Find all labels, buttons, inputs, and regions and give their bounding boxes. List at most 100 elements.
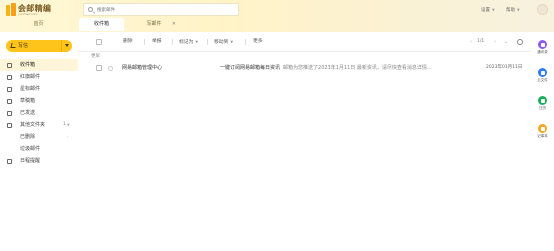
sidebar-item-sent[interactable]: 已发送 [0, 107, 78, 119]
list-divider [78, 51, 531, 52]
report-label: 举报 [152, 39, 162, 44]
mark-as-button[interactable]: 标记为 ▼ [176, 37, 201, 47]
sent-icon [7, 110, 12, 116]
mail-preview: 邮箱为您推送了2023年1月11日 最新资讯，请尽快查看消息详情... [283, 65, 432, 71]
help-link[interactable]: 帮助 ▼ [506, 7, 520, 13]
move-to-button[interactable]: 移动到 ▼ [211, 37, 236, 47]
settings-label: 设置 [481, 8, 490, 13]
tab-compose[interactable]: 写邮件 ✕ [128, 18, 180, 31]
mail-date: 2023年01月11日 [486, 65, 523, 70]
mark-as-label: 标记为 [179, 40, 194, 45]
note-icon [538, 124, 547, 133]
app-calendar[interactable]: 日历 [531, 94, 554, 116]
sidebar-item-label: 垃圾邮件 [20, 146, 41, 152]
tab-inbox-label: 收件箱 [93, 21, 109, 27]
sidebar-item-label: 收件箱 [20, 62, 36, 68]
flag-icon [7, 74, 12, 80]
toolbar-divider [245, 39, 246, 45]
sidebar-item-calendar[interactable]: 日程提醒 [0, 155, 78, 167]
mail-sender: 网易邮箱管理中心 [122, 65, 163, 71]
sidebar-nav: 收件箱 红旗邮件 星标邮件 草稿箱 已发送 其他文件夹 1 ▼ 已删除 › 垃圾… [0, 59, 78, 167]
compose-dropdown-button[interactable] [61, 40, 72, 52]
inbox-icon [7, 62, 12, 68]
sidebar-item-spam[interactable]: 垃圾邮件 [0, 143, 78, 155]
logo-mark-icon [6, 3, 17, 16]
sidebar-item-label: 红旗邮件 [20, 74, 41, 80]
gear-icon[interactable] [517, 39, 523, 45]
sidebar-item-flagged[interactable]: 红旗邮件 [0, 71, 78, 83]
chevron-down-icon[interactable]: ⌄ [504, 37, 508, 47]
contacts-icon [538, 40, 547, 49]
pen-icon [10, 43, 17, 48]
page-indicator: 1/1 [477, 39, 485, 44]
search-icon [88, 7, 93, 12]
sidebar-item-drafts[interactable]: 草稿箱 [0, 95, 78, 107]
sidebar-item-other-folders[interactable]: 其他文件夹 1 ▼ [0, 119, 78, 131]
table-row[interactable]: 网易邮箱管理中心 一键订阅网易邮箱每日资讯 邮箱为您推送了2023年1月11日 最… [78, 62, 531, 74]
next-page-icon[interactable]: › [494, 37, 496, 47]
calendar-icon [7, 158, 12, 164]
app-rail: 通讯录 云文件 日历 记事本 [531, 32, 554, 251]
sidebar-item-trash[interactable]: 已删除 › [0, 131, 78, 143]
row-checkbox[interactable] [96, 65, 102, 71]
star-icon [7, 86, 12, 92]
chevron-down-icon: ▼ [230, 40, 234, 44]
chevron-down-icon: ▼ [492, 8, 495, 12]
tab-inbox[interactable]: 收件箱 [79, 18, 124, 31]
read-status-icon[interactable] [108, 65, 113, 71]
app-notes[interactable]: 记事本 [531, 122, 554, 144]
settings-link[interactable]: 设置 ▼ [481, 7, 495, 13]
folder-icon [7, 122, 12, 128]
sidebar-item-label: 其他文件夹 [20, 122, 46, 128]
mail-toolbar: 删除 举报 标记为 ▼ 移动到 ▼ 更多 ‹ 1/1 › ⌄ [78, 36, 531, 48]
tab-compose-label: 写邮件 [146, 21, 162, 27]
search-input[interactable] [97, 6, 227, 14]
sidebar-item-label: 日程提醒 [20, 158, 41, 164]
top-bar: 会邮精编 yunmail.com 帮助▼ 设置▼ 首页 收件箱 写邮件 ✕ [0, 0, 554, 32]
report-button[interactable]: 举报 [149, 37, 165, 47]
mail-subject-text: 一键订阅网易邮箱每日资讯 [220, 65, 281, 71]
help-label: 帮助 [506, 8, 515, 13]
tab-home-label: 首页 [33, 21, 44, 27]
sidebar-item-label: 草稿箱 [20, 98, 36, 104]
app-logo[interactable]: 会邮精编 yunmail.com [6, 3, 54, 17]
sidebar-item-inbox[interactable]: 收件箱 [0, 59, 78, 71]
mail-list-panel: 删除 举报 标记为 ▼ 移动到 ▼ 更多 ‹ 1/1 › ⌄ 更早 网易邮箱管理中心… [78, 32, 531, 251]
close-icon[interactable]: ✕ [172, 18, 176, 31]
mail-subject: 一键订阅网易邮箱每日资讯 邮箱为您推送了2023年1月11日 最新资讯，请尽快查看… [220, 62, 470, 74]
app-label: 通讯录 [537, 50, 548, 54]
app-label: 云文件 [537, 78, 548, 82]
app-cloud-files[interactable]: 云文件 [531, 66, 554, 88]
tab-home[interactable]: 首页 [0, 18, 77, 31]
more-label: 更多 [253, 39, 263, 44]
prev-page-icon[interactable]: ‹ [470, 37, 472, 47]
calendar-app-icon [538, 96, 547, 105]
logo-subtext: yunmail.com [18, 12, 38, 16]
app-contacts[interactable]: 通讯录 [531, 38, 554, 60]
chevron-down-icon: ▼ [517, 8, 520, 12]
search-box[interactable] [83, 3, 239, 16]
select-all-checkbox[interactable] [96, 39, 102, 45]
avatar[interactable] [537, 4, 548, 15]
chevron-down-icon: ▼ [195, 40, 199, 44]
chevron-down-icon[interactable]: ▼ [67, 119, 70, 131]
toolbar-divider [144, 39, 145, 45]
compose-label: 写信 [18, 43, 29, 49]
app-label: 记事本 [537, 134, 548, 138]
sidebar-item-starred[interactable]: 星标邮件 [0, 83, 78, 95]
toolbar-divider [172, 39, 173, 45]
sidebar: 写信 收件箱 红旗邮件 星标邮件 草稿箱 已发送 其他文件夹 1 ▼ 已删除 ›… [0, 32, 78, 251]
delete-label: 删除 [123, 39, 133, 44]
sidebar-item-label: 星标邮件 [20, 86, 41, 92]
sidebar-item-label: 已删除 [20, 134, 36, 140]
sidebar-item-label: 已发送 [20, 110, 36, 116]
chevron-right-icon[interactable]: › [67, 131, 68, 143]
cloud-icon [538, 68, 547, 77]
move-to-label: 移动到 [214, 40, 229, 45]
more-button[interactable]: 更多 [250, 37, 266, 47]
folder-count: 1 [63, 122, 66, 127]
toolbar-divider [207, 39, 208, 45]
compose-button[interactable]: 写信 [6, 40, 64, 52]
delete-button[interactable]: 删除 [120, 37, 136, 47]
draft-icon [7, 98, 12, 104]
